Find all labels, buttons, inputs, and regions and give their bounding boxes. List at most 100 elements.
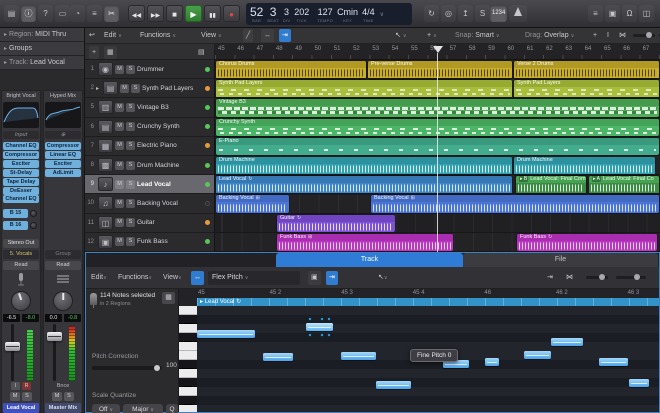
autopunch-button[interactable]: ◎ (441, 5, 456, 22)
region-inspector-header[interactable]: ▸ Region: MIDI Thru (0, 28, 84, 42)
plugin-slot[interactable]: Tape Delay (3, 177, 39, 186)
rewind-button[interactable]: ◀◀ (128, 5, 145, 22)
mute-button[interactable]: M (115, 198, 124, 208)
piano-key[interactable] (179, 396, 197, 405)
eq-thumbnail[interactable] (45, 102, 81, 128)
plugin-slot[interactable]: Compressor (3, 150, 39, 159)
input-monitor-button[interactable]: I (11, 382, 20, 390)
send-level-knob[interactable] (30, 222, 37, 229)
solo-button[interactable]: S (126, 64, 135, 74)
stop-button[interactable]: ■ (166, 5, 183, 22)
note-handle[interactable] (327, 333, 331, 337)
piano-key[interactable] (179, 387, 197, 396)
note-handle[interactable] (319, 333, 324, 337)
plugin-slot[interactable]: Exciter (3, 159, 39, 168)
eq-thumbnail[interactable] (3, 102, 39, 128)
track-row-crunchy-synth[interactable]: 6 ▤ M S Crunchy Synth (85, 117, 214, 137)
count-in-button[interactable]: 1234 (490, 5, 508, 22)
editor-edit-menu[interactable]: Edit∨ (91, 271, 107, 285)
view-menu[interactable]: View ∨ (201, 29, 222, 42)
peak-readout[interactable]: -0.8 (64, 314, 81, 322)
editor-pointer-tool[interactable]: ↖∨ (378, 271, 388, 285)
note-handle[interactable] (327, 317, 331, 321)
plugin-slot[interactable]: Compressor (45, 142, 81, 150)
volume-fader[interactable] (5, 342, 20, 351)
note-handle[interactable] (319, 317, 324, 321)
metronome-button[interactable] (509, 5, 528, 22)
plugin-slot[interactable]: Channel EQ (3, 142, 39, 150)
flex-pitch-note[interactable] (197, 330, 255, 338)
pointer-tool-menu[interactable]: ↖ ∨ (395, 29, 407, 42)
input-slot[interactable]: ⊕ (45, 131, 81, 139)
channel-strip-setting[interactable]: Bright Vocal (3, 92, 39, 100)
flex-pitch-note[interactable] (306, 317, 333, 337)
solo-button[interactable]: S (126, 179, 135, 189)
editor-vertical-zoom-slider[interactable] (586, 274, 608, 280)
piano-key[interactable] (179, 378, 197, 387)
solo-button[interactable]: S (131, 83, 140, 93)
track-row-drummer[interactable]: 1 ◉ M S Drummer (85, 60, 214, 80)
library-button[interactable]: ▤ (4, 5, 19, 22)
track-row-synth-pad-layers[interactable]: 2 ▸ ▤ M S Synth Pad Layers (85, 79, 214, 99)
pitch-correction-slider[interactable] (92, 365, 162, 371)
forward-button[interactable]: ▶▶ (147, 5, 164, 22)
track-row-vintage-b3[interactable]: 5 ▥ M S Vintage B3 (85, 98, 214, 118)
add-track-button[interactable]: + (89, 46, 100, 59)
piano-key[interactable] (179, 333, 197, 342)
plugin-slot[interactable]: Channel EQ (3, 195, 39, 204)
editor-view-menu[interactable]: View∨ (163, 271, 182, 285)
snap-menu[interactable]: Snap: Smart ∨ (455, 29, 500, 42)
automation-button[interactable]: ╱ (243, 29, 254, 42)
track-row-lead-vocal[interactable]: 9 ♪ M S Lead Vocal (85, 175, 214, 195)
record-enable-button[interactable]: R (22, 382, 31, 390)
flex-pitch-canvas[interactable]: Fine Pitch 0 (197, 306, 659, 412)
tab-file[interactable]: File (463, 253, 658, 267)
flex-pitch-note[interactable] (341, 352, 376, 360)
piano-key[interactable] (179, 369, 197, 378)
send-button[interactable]: B 15 (3, 209, 28, 218)
drag-menu[interactable]: Drag: Overlap ∨ (525, 29, 574, 42)
cycle-button[interactable]: ↻ (424, 5, 439, 22)
track-row-drum-machine[interactable]: 8 ▩ M S Drum Machine (85, 156, 214, 176)
output-slot[interactable]: Stereo Out (3, 239, 39, 248)
peak-readout[interactable]: -8.0 (22, 314, 39, 322)
quick-help-button[interactable]: ? (38, 5, 53, 22)
flex-toggle-button[interactable]: ↔ (191, 271, 204, 285)
editor-region-header[interactable]: ▸ Lead Vocal ↻ (197, 298, 659, 306)
play-button[interactable]: ▶ (185, 5, 202, 22)
piano-key[interactable] (179, 351, 197, 360)
flex-pitch-note[interactable] (376, 381, 411, 389)
mixer-button[interactable]: ≡ (87, 5, 102, 22)
mute-button[interactable]: M (115, 102, 124, 112)
mute-button[interactable]: M (52, 392, 62, 401)
mute-button[interactable]: M (115, 141, 124, 151)
duplicate-track-button[interactable]: ▦ (104, 46, 117, 59)
move-tool-button[interactable]: + (593, 29, 597, 42)
note-handle[interactable] (308, 333, 312, 337)
solo-button[interactable]: S (126, 141, 135, 151)
piano-key[interactable] (179, 405, 197, 412)
edit-menu[interactable]: Edit ∨ (104, 29, 122, 42)
functions-menu[interactable]: Functions ∨ (140, 29, 176, 42)
join-tool-button[interactable]: ⋈ (619, 29, 626, 42)
editor-functions-menu[interactable]: Functions∨ (118, 271, 152, 285)
piano-key[interactable] (179, 360, 197, 369)
plugin-slot[interactable]: Linear EQ (45, 150, 81, 159)
playhead-marker[interactable] (433, 46, 443, 53)
solo-mode-button[interactable]: S (475, 5, 490, 22)
plugin-slot[interactable]: AdLimit (45, 168, 81, 177)
piano-key[interactable] (179, 315, 197, 324)
mute-button[interactable]: M (115, 179, 124, 189)
channel-nameplate[interactable]: Lead Vocal (3, 403, 39, 413)
group-slot[interactable]: 5. Vocals (3, 250, 39, 259)
note-handle[interactable] (308, 317, 312, 321)
group-slot[interactable]: Group (45, 250, 81, 259)
piano-key[interactable] (179, 342, 197, 351)
editor-catch-button[interactable]: ⇥ (326, 271, 338, 285)
plugin-slot[interactable]: Exciter (45, 159, 81, 168)
note-pads-button[interactable]: ▣ (605, 5, 620, 22)
flex-pitch-note[interactable] (599, 358, 628, 366)
marquee-tool-button[interactable]: I (607, 29, 609, 42)
flex-pitch-note[interactable] (263, 353, 293, 361)
list-editors-button[interactable]: ≡ (588, 5, 603, 22)
